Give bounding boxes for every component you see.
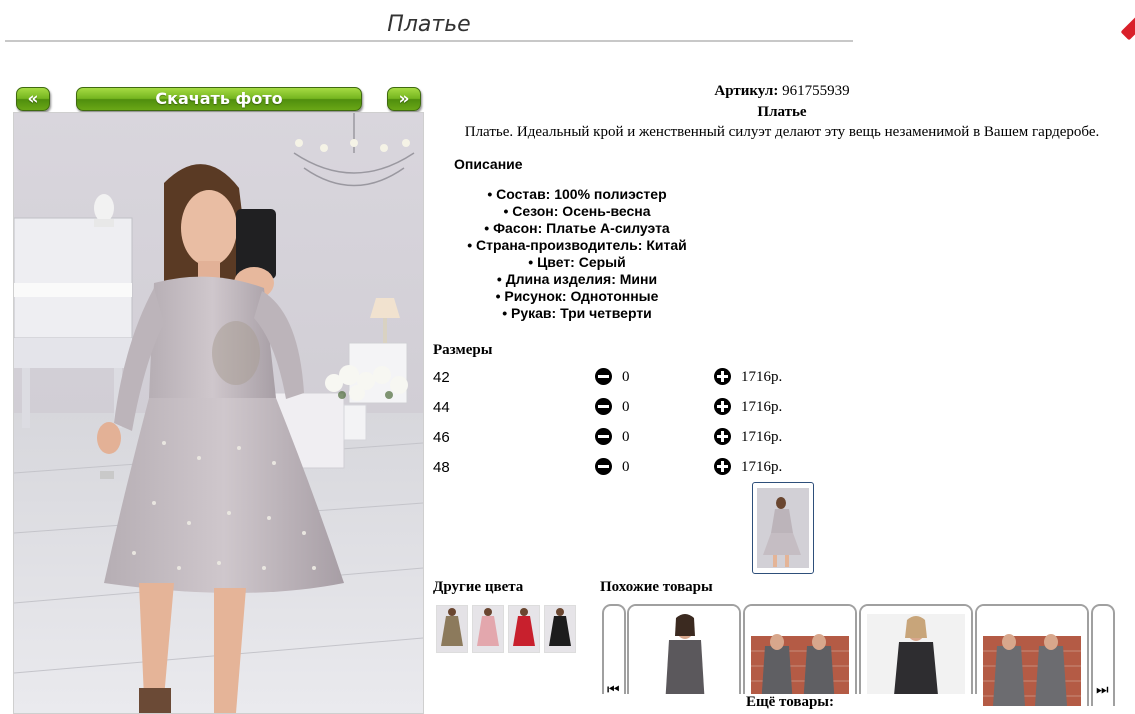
minus-circle-icon[interactable] <box>595 428 612 445</box>
size-price: 1716р. <box>741 459 783 475</box>
plus-circle-icon[interactable] <box>714 428 731 445</box>
attribute-item: Состав: 100% полиэстер <box>432 186 722 203</box>
plus-circle-icon[interactable] <box>714 458 731 475</box>
product-tagline: Платье. Идеальный крой и женственный сил… <box>464 124 1100 140</box>
similar-product-card[interactable] <box>859 604 973 706</box>
page-title: Платье <box>387 12 471 37</box>
color-swatch-brown[interactable] <box>436 605 468 653</box>
attribute-list: Состав: 100% полиэстер Сезон: Осень-весн… <box>432 186 722 322</box>
attribute-item: Рукав: Три четверти <box>432 305 722 322</box>
color-swatch-red[interactable] <box>508 605 540 653</box>
size-quantity: 0 <box>622 369 630 385</box>
minus-circle-icon[interactable] <box>595 398 612 415</box>
more-goods-link[interactable]: Ещё товары: <box>600 694 980 711</box>
other-colors-heading: Другие цвета <box>433 579 524 595</box>
similar-products-heading: Похожие товары <box>600 579 713 595</box>
attribute-item: Сезон: Осень-весна <box>432 203 722 220</box>
carousel-next-button[interactable]: ⏭ <box>1091 604 1115 706</box>
size-price: 1716р. <box>741 429 783 445</box>
size-label: 42 <box>433 369 450 386</box>
size-row: 44 0 1716р. <box>433 397 833 419</box>
similar-product-card[interactable] <box>627 604 741 706</box>
color-swatch-black[interactable] <box>544 605 576 653</box>
article-line: Артикул: 961755939 <box>432 83 1132 100</box>
plus-circle-icon[interactable] <box>714 368 731 385</box>
size-row: 48 0 1716р. <box>433 457 833 479</box>
attribute-item: Рисунок: Однотонные <box>432 288 722 305</box>
size-quantity: 0 <box>622 429 630 445</box>
size-price: 1716р. <box>741 399 783 415</box>
description-heading: Описание <box>454 156 523 172</box>
size-quantity: 0 <box>622 399 630 415</box>
sizes-heading: Размеры <box>433 342 493 358</box>
minus-circle-icon[interactable] <box>595 458 612 475</box>
attribute-item: Длина изделия: Мини <box>432 271 722 288</box>
attribute-item: Фасон: Платье А-силуэта <box>432 220 722 237</box>
selected-photo-thumbnail[interactable] <box>752 482 814 574</box>
color-swatch-pink[interactable] <box>472 605 504 653</box>
size-label: 44 <box>433 399 450 416</box>
size-row: 46 0 1716р. <box>433 427 833 449</box>
next-photo-button[interactable]: » <box>387 87 421 111</box>
product-name: Платье <box>757 104 807 120</box>
size-quantity: 0 <box>622 459 630 475</box>
main-product-photo[interactable] <box>13 112 424 714</box>
download-photo-button[interactable]: Скачать фото <box>76 87 362 111</box>
size-label: 46 <box>433 429 450 446</box>
attribute-item: Цвет: Серый <box>432 254 722 271</box>
plus-circle-icon[interactable] <box>714 398 731 415</box>
corner-close-icon[interactable] <box>1120 13 1135 41</box>
minus-circle-icon[interactable] <box>595 368 612 385</box>
article-label: Артикул: <box>714 83 779 99</box>
similar-product-card[interactable] <box>743 604 857 706</box>
article-number: 961755939 <box>782 83 850 99</box>
title-divider <box>5 40 853 42</box>
skip-forward-icon: ⏭ <box>1096 682 1109 698</box>
similar-product-card[interactable] <box>975 604 1089 706</box>
size-row: 42 0 1716р. <box>433 367 833 389</box>
carousel-prev-button[interactable]: ⏮ <box>602 604 626 706</box>
size-label: 48 <box>433 459 450 476</box>
prev-photo-button[interactable]: « <box>16 87 50 111</box>
attribute-item: Страна-производитель: Китай <box>432 237 722 254</box>
size-price: 1716р. <box>741 369 783 385</box>
